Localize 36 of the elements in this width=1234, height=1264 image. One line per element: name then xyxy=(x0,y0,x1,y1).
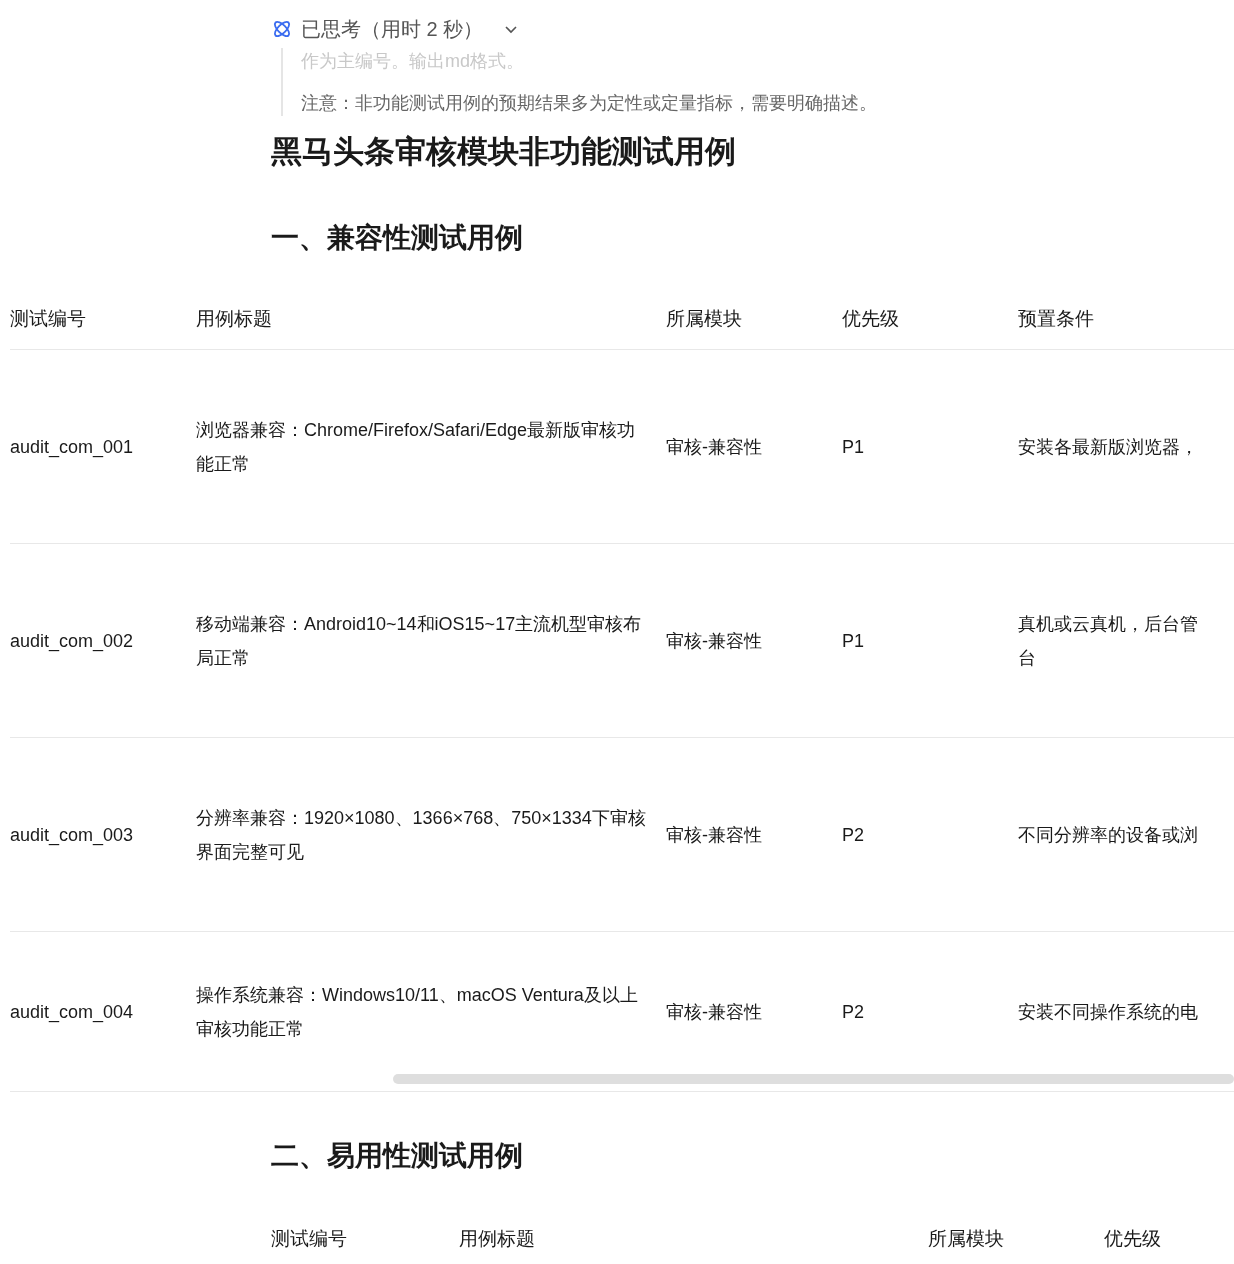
table-cell-text: audit_com_002 xyxy=(10,629,135,654)
table-cell-text: 移动端兼容：Android10~14和iOS15~17主流机型审核布局正常 xyxy=(196,612,643,670)
column-header: 所属模块 xyxy=(666,308,742,330)
table-cell-text: 浏览器兼容：Chrome/Firefox/Safari/Edge最新版审核功能正常 xyxy=(196,418,637,476)
scrollbar[interactable] xyxy=(393,1074,1234,1084)
column-header: 用例标题 xyxy=(196,308,272,330)
table-cell-text: 审核-兼容性 xyxy=(666,629,763,653)
table-cell-text: 分辨率兼容：1920×1080、1366×768、750×1334下审核界面完整可见 xyxy=(196,806,647,864)
table-cell-text: 审核-兼容性 xyxy=(666,823,763,847)
section-heading: 二、易用性测试用例 xyxy=(270,1139,524,1173)
column-header: 测试编号 xyxy=(271,1228,347,1250)
table-cell-text: 真机或云真机，后台管台 xyxy=(1018,612,1199,670)
column-header: 用例标题 xyxy=(459,1228,535,1250)
table-cell-text: 审核-兼容性 xyxy=(666,435,763,459)
table-cell-text: audit_com_003 xyxy=(10,823,135,848)
column-header: 测试编号 xyxy=(10,308,86,330)
column-header: 优先级 xyxy=(842,308,899,330)
table-cell-text: 不同分辨率的设备或浏 xyxy=(1018,823,1199,847)
table-cell-text: P1 xyxy=(842,629,866,653)
table-cell-text: 安装各最新版浏览器， xyxy=(1018,435,1199,459)
table-cell-text: audit_com_001 xyxy=(10,435,135,460)
column-header: 所属模块 xyxy=(928,1228,1004,1250)
thinking-toggle[interactable]: 已思考（用时 2 秒） xyxy=(271,14,520,44)
table-cell-text: 安装不同操作系统的电 xyxy=(1018,1000,1199,1024)
atom-icon xyxy=(271,18,293,40)
column-header: 优先级 xyxy=(1104,1228,1161,1250)
table-cell-text: P2 xyxy=(842,823,866,847)
table-cell-text: 审核-兼容性 xyxy=(666,1000,763,1024)
table-cell-text: P2 xyxy=(842,1000,866,1024)
page-title: 黑马头条审核模块非功能测试用例 xyxy=(270,133,737,171)
table-cell-text: P1 xyxy=(842,435,866,459)
column-header: 预置条件 xyxy=(1018,308,1094,330)
thinking-text: 注意：非功能测试用例的预期结果多为定性或定量指标，需要明确描述。 xyxy=(301,92,878,115)
section-heading: 一、兼容性测试用例 xyxy=(270,221,524,255)
table-cell-text: audit_com_004 xyxy=(10,1000,135,1025)
table-cell-text: 操作系统兼容：Windows10/11、macOS Ventura及以上审核功能正常 xyxy=(196,983,639,1041)
